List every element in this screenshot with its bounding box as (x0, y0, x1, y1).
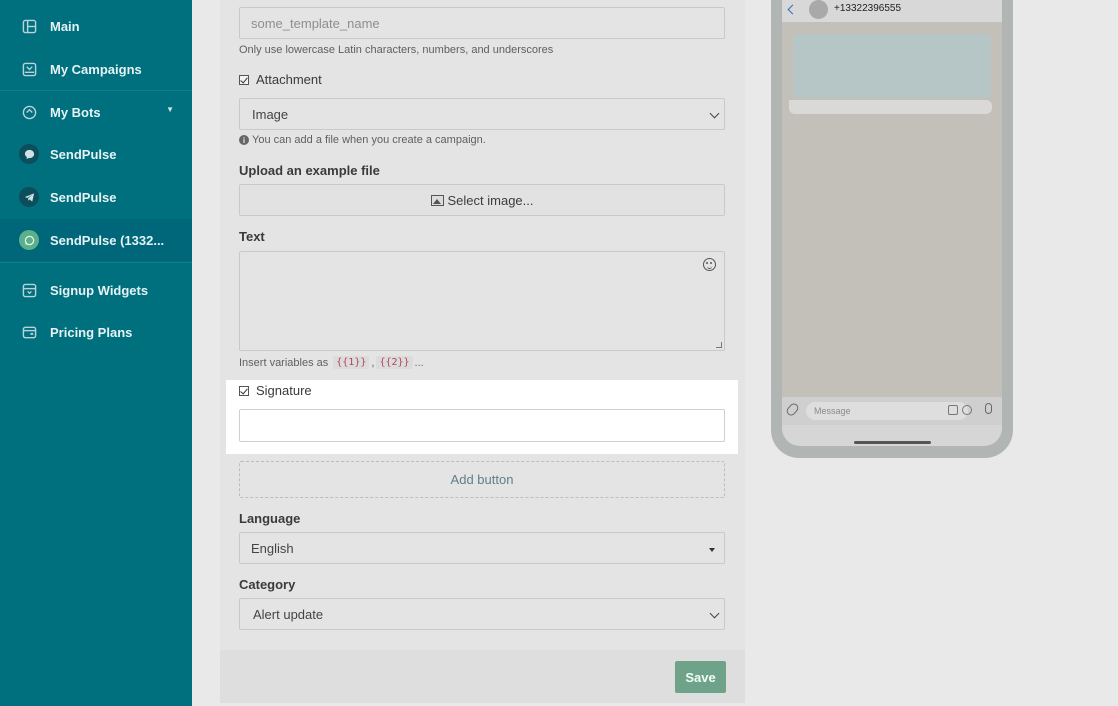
sticker-icon (948, 405, 958, 415)
sidebar-item-signup-widgets[interactable]: Signup Widgets (0, 269, 192, 311)
sidebar-item-label: Main (50, 18, 80, 34)
sidebar-item-sendpulse-telegram[interactable]: SendPulse (0, 176, 192, 218)
sidebar-item-label: My Bots (50, 104, 101, 120)
paperclip-icon (784, 401, 801, 418)
select-image-label: Select image... (447, 192, 534, 208)
message-input-preview: Message (806, 402, 972, 420)
caret-down-icon: ▼ (166, 105, 174, 114)
image-icon (430, 194, 444, 206)
variables-hint: Insert variables as {{1}} , {{2}} ... (239, 356, 424, 369)
sidebar-item-sendpulse-messenger[interactable]: SendPulse (0, 133, 192, 175)
sidebar-item-label: SendPulse (50, 146, 117, 162)
sidebar: Main My Campaigns My Bots ▼ SendPulse Se… (0, 0, 192, 706)
pricing-icon (21, 324, 37, 340)
message-media-preview (793, 34, 991, 98)
resize-handle-icon[interactable] (716, 342, 722, 348)
variables-hint-prefix: Insert variables as (239, 356, 329, 369)
text-label: Text (239, 229, 265, 244)
language-label: Language (239, 511, 301, 526)
form-footer (220, 650, 745, 703)
attachment-hint: i You can add a file when you create a c… (239, 134, 486, 146)
campaigns-icon (21, 61, 37, 77)
add-button-label: Add button (450, 472, 514, 487)
category-value: Alert update (253, 606, 324, 622)
attachment-type-select[interactable]: Image (239, 98, 725, 130)
add-button[interactable]: Add button (239, 461, 725, 498)
template-name-input[interactable]: some_template_name (239, 7, 725, 39)
attachment-hint-text: You can add a file when you create a cam… (252, 134, 486, 146)
telegram-icon (19, 187, 39, 207)
dashboard-icon (21, 18, 37, 34)
chat-header: +13322396555 (782, 0, 1002, 22)
sidebar-item-my-campaigns[interactable]: My Campaigns (0, 48, 192, 90)
variable-1-code: {{1}} (333, 356, 370, 369)
save-button[interactable]: Save (675, 661, 726, 693)
save-button-label: Save (685, 669, 716, 685)
variables-comma: , (371, 356, 375, 369)
avatar (809, 0, 828, 19)
select-image-button[interactable]: Select image... (239, 184, 725, 216)
chevron-down-icon (709, 108, 720, 119)
signature-input[interactable] (239, 409, 725, 442)
sidebar-item-sendpulse-whatsapp[interactable]: SendPulse (1332... (0, 219, 192, 261)
contact-phone-number: +13322396555 (834, 3, 902, 14)
message-text-preview (789, 100, 992, 114)
sidebar-item-main[interactable]: Main (0, 5, 192, 47)
microphone-icon (985, 403, 992, 414)
upload-label: Upload an example file (239, 163, 380, 178)
sidebar-item-label: SendPulse (50, 189, 117, 205)
caret-down-icon (709, 548, 715, 552)
text-textarea[interactable] (239, 251, 725, 351)
attachment-type-value: Image (252, 106, 289, 122)
widgets-icon (21, 282, 37, 298)
attachment-checkbox-row[interactable]: Attachment (239, 72, 322, 87)
category-select[interactable]: Alert update (239, 598, 725, 630)
back-arrow-icon (787, 4, 798, 15)
variables-hint-suffix: ... (414, 356, 424, 369)
sidebar-item-label: Pricing Plans (50, 324, 133, 340)
template-name-hint: Only use lowercase Latin characters, num… (239, 44, 554, 56)
attachment-checkbox[interactable] (239, 74, 249, 85)
sidebar-item-label: SendPulse (1332... (50, 232, 165, 248)
bots-icon (21, 104, 37, 120)
sidebar-item-my-bots[interactable]: My Bots ▼ (0, 91, 192, 133)
chat-input-bar: Message (782, 397, 1002, 425)
sidebar-item-pricing-plans[interactable]: Pricing Plans (0, 311, 192, 353)
message-placeholder: Message (814, 406, 851, 416)
emoji-icon[interactable] (703, 258, 716, 271)
signature-checkbox[interactable] (239, 385, 249, 396)
language-value: English (251, 540, 294, 556)
signature-label: Signature (256, 383, 312, 398)
sidebar-item-label: My Campaigns (50, 61, 142, 77)
category-label: Category (239, 577, 296, 592)
whatsapp-icon (19, 230, 39, 250)
info-icon: i (239, 135, 249, 145)
language-select[interactable]: English (239, 532, 725, 564)
attachment-label: Attachment (256, 72, 322, 87)
variable-2-code: {{2}} (376, 356, 413, 369)
sidebar-item-label: Signup Widgets (50, 282, 149, 298)
phone-preview-screen: +13322396555 Message (782, 0, 1002, 446)
messenger-icon (19, 144, 39, 164)
signature-checkbox-row[interactable]: Signature (239, 383, 312, 398)
template-name-placeholder: some_template_name (251, 15, 380, 31)
chevron-down-icon (709, 608, 720, 619)
sidebar-divider (0, 262, 192, 263)
home-indicator (854, 441, 931, 444)
camera-icon (962, 405, 972, 415)
